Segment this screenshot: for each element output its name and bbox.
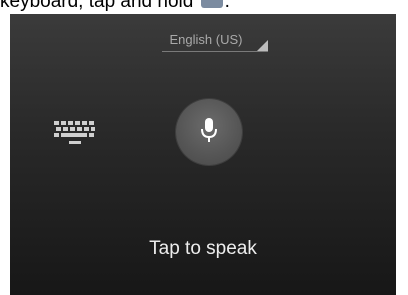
keyboard-button[interactable] — [52, 118, 98, 148]
voice-input-panel: English (US) Tap to speak — [10, 14, 396, 295]
language-underline — [162, 51, 268, 52]
keyboard-key-icon — [200, 0, 223, 8]
microphone-icon — [201, 118, 217, 142]
screenshot-stage: keyboard, tap and hold . English (US) Ta… — [0, 0, 408, 295]
instruction-text-after: . — [224, 0, 230, 12]
instruction-text: keyboard, tap and hold . — [0, 0, 230, 14]
dropdown-caret-icon — [257, 40, 268, 51]
tap-to-speak-label: Tap to speak — [149, 238, 257, 259]
language-label: English (US) — [169, 32, 243, 47]
language-selector[interactable]: English (US) — [162, 32, 268, 54]
microphone-button[interactable] — [176, 99, 242, 165]
keyboard-icon — [54, 121, 95, 144]
instruction-text-before: keyboard, tap and hold — [0, 0, 194, 12]
